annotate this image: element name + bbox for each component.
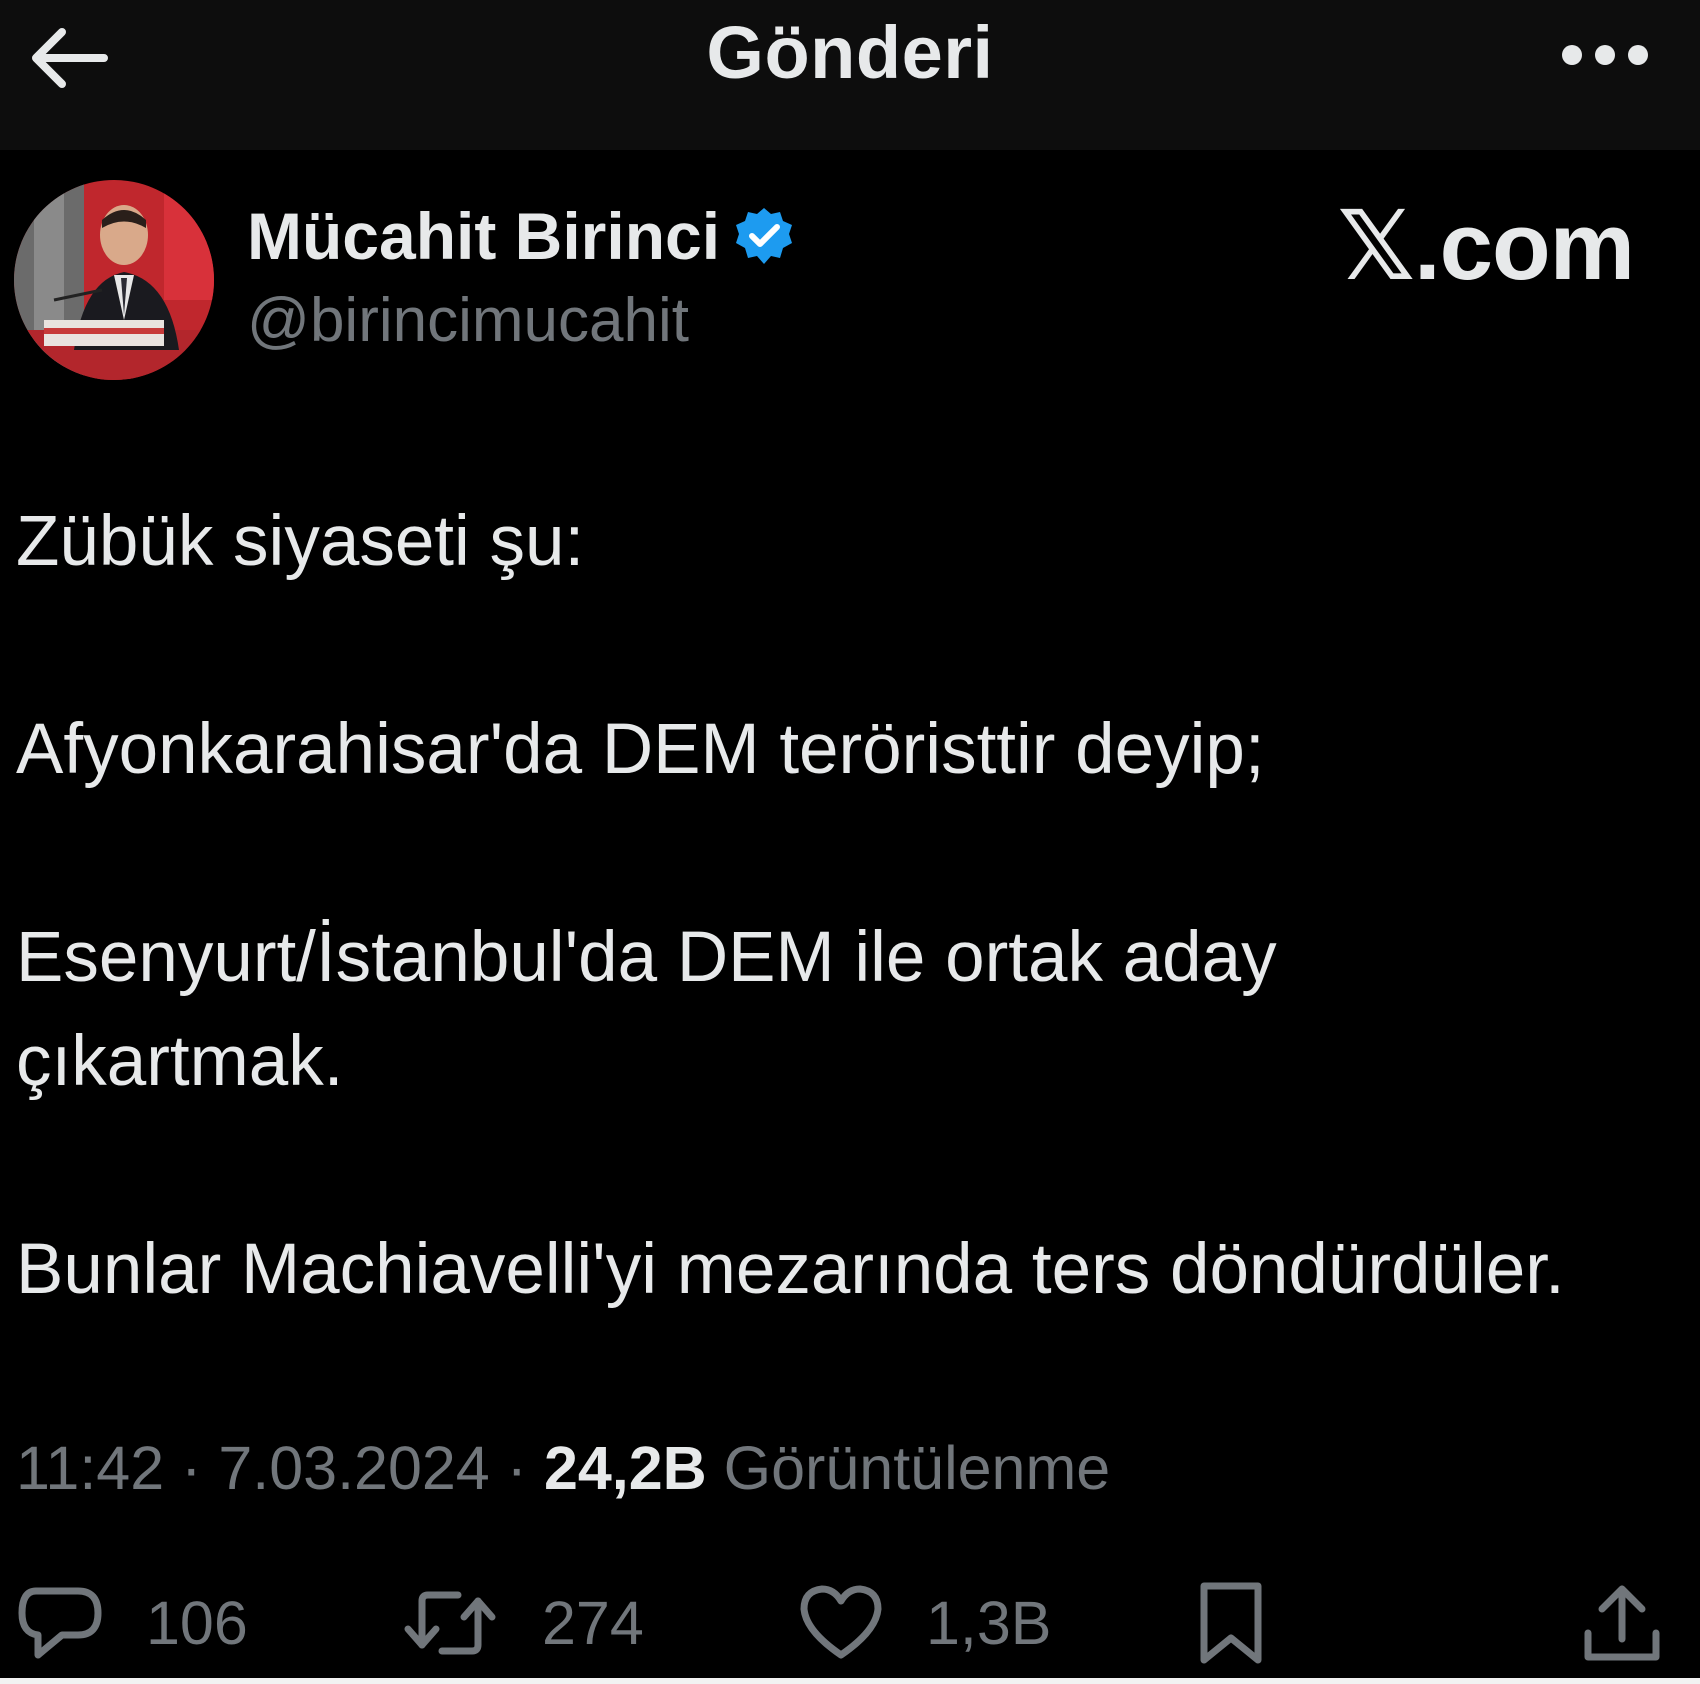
more-options-button[interactable] bbox=[1550, 20, 1660, 90]
top-bar: Gönderi bbox=[0, 0, 1700, 150]
views-label: Görüntülenme bbox=[723, 1434, 1111, 1502]
views-count[interactable]: 24,2B bbox=[544, 1434, 707, 1502]
share-button[interactable] bbox=[1582, 1568, 1662, 1678]
verified-badge-icon bbox=[736, 208, 793, 264]
bookmark-icon bbox=[1200, 1582, 1262, 1664]
tweet-paragraph: Esenyurt/İstanbul'da DEM ile ortak aday … bbox=[16, 918, 1277, 1101]
tweet-time[interactable]: 11:42 bbox=[16, 1434, 164, 1502]
tweet-meta: 11:42 · 7.03.2024 · 24,2B Görüntülenme bbox=[16, 1433, 1110, 1503]
tweet-date[interactable]: 7.03.2024 bbox=[218, 1434, 489, 1502]
author-handle[interactable]: @birincimucahit bbox=[247, 285, 689, 356]
author-display-name-row[interactable]: Mücahit Birinci bbox=[247, 198, 794, 274]
tweet-text: Zübük siyaseti şu: Afyonkarahisar'da DEM… bbox=[16, 490, 1676, 1322]
more-horizontal-icon bbox=[1562, 45, 1648, 65]
meta-separator: · bbox=[489, 1434, 544, 1502]
like-count: 1,3B bbox=[926, 1589, 1052, 1657]
meta-separator: · bbox=[164, 1434, 219, 1502]
reply-icon bbox=[18, 1587, 102, 1659]
avatar[interactable] bbox=[14, 180, 214, 380]
share-icon bbox=[1584, 1585, 1660, 1661]
reply-button[interactable]: 106 bbox=[16, 1568, 248, 1678]
bottom-divider bbox=[0, 1678, 1700, 1684]
tweet-paragraph: Bunlar Machiavelli'yi mezarında ters dön… bbox=[16, 1230, 1565, 1309]
tweet-paragraph: Afyonkarahisar'da DEM teröristtir deyip; bbox=[16, 710, 1265, 789]
profile-photo bbox=[14, 180, 214, 380]
tweet-paragraph: Zübük siyaseti şu: bbox=[16, 502, 585, 581]
bookmark-button[interactable] bbox=[1196, 1568, 1266, 1678]
repost-button[interactable]: 274 bbox=[400, 1568, 644, 1678]
reply-count: 106 bbox=[146, 1589, 248, 1657]
repost-icon bbox=[404, 1591, 496, 1655]
heart-icon bbox=[800, 1585, 882, 1659]
author-display-name[interactable]: Mücahit Birinci bbox=[247, 198, 720, 274]
x-com-watermark: 𝕏.com bbox=[1337, 193, 1635, 300]
page-title: Gönderi bbox=[706, 11, 994, 94]
repost-count: 274 bbox=[542, 1589, 644, 1657]
like-button[interactable]: 1,3B bbox=[798, 1568, 1052, 1678]
action-bar: 106 274 1,3B bbox=[0, 1568, 1700, 1678]
